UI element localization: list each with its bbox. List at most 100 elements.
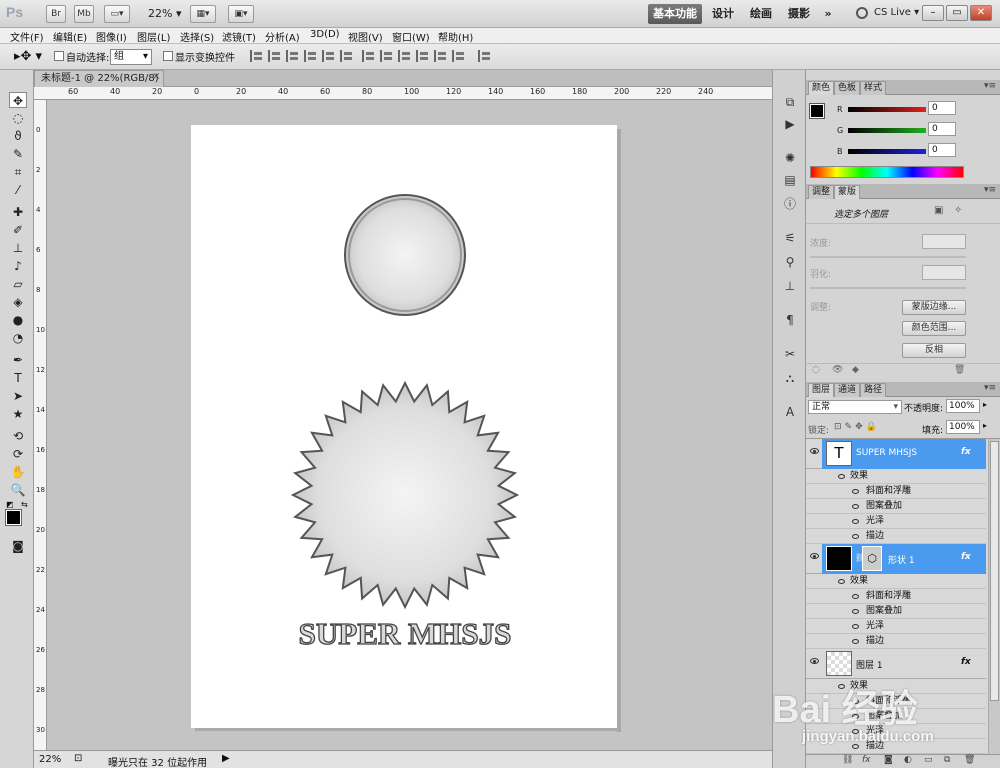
launch-mini-bridge-button[interactable]: Mb [74,5,94,23]
layer-fx-icon[interactable]: fx [961,552,971,562]
layer-name[interactable]: 图层 1 [856,658,883,671]
dodge-tool-icon[interactable]: ◔ [9,330,27,346]
eye-icon[interactable] [810,658,819,664]
align-bottom-icon[interactable] [286,50,300,62]
align-vcenter-icon[interactable] [268,50,282,62]
quick-mask-icon[interactable]: ◙ [9,538,27,554]
eye-icon[interactable] [852,504,859,509]
restore-button[interactable]: ▭ [946,5,968,21]
mask-edge-button[interactable]: 蒙版边缘... [902,300,966,315]
tab-masks[interactable]: 蒙版 [834,185,861,199]
opacity-field[interactable]: 100% [946,399,980,413]
opacity-slider-arrow-icon[interactable]: ▸ [983,400,987,409]
history-panel-icon[interactable]: ⧉ [781,94,799,110]
tab-layers[interactable]: 图层 [808,383,835,397]
blue-channel-slider[interactable] [848,149,926,154]
paint-bucket-tool-icon[interactable]: ◈ [9,294,27,310]
blur-tool-icon[interactable]: ● [9,312,27,328]
eye-icon[interactable] [852,639,859,644]
workspace-photography[interactable]: 摄影 [782,4,816,24]
effect-row[interactable]: 描边 [806,529,986,544]
delete-mask-icon[interactable]: 🗑 [954,365,965,375]
fill-field[interactable]: 100% [946,420,980,434]
layers-scrollbar-thumb[interactable] [990,441,999,701]
layer-name[interactable]: SUPER MHSJS [856,448,917,458]
panel-menu-icon[interactable]: ▾≡ [984,185,996,195]
red-channel-slider[interactable] [848,107,926,112]
menu-image[interactable]: 图像(I) [96,29,127,44]
density-slider[interactable] [810,256,966,258]
swap-colors-icon[interactable]: ⇆ [21,500,28,509]
blend-mode-dropdown[interactable]: 正常 ▾ [808,400,902,414]
panel-menu-icon[interactable]: ▾≡ [984,81,996,91]
path-selection-tool-icon[interactable]: ➤ [9,388,27,404]
type-tool-icon[interactable]: T [9,370,27,386]
menu-window[interactable]: 窗口(W) [392,29,430,44]
eye-icon[interactable] [810,448,819,454]
move-tool-preset-picker[interactable]: ▸✥ ▾ [14,49,42,64]
minimize-button[interactable]: – [922,5,944,21]
green-channel-value[interactable]: 0 [928,122,956,136]
workspace-painting[interactable]: 绘画 [744,4,778,24]
menu-analysis[interactable]: 分析(A) [265,29,300,44]
eye-icon[interactable] [852,609,859,614]
eye-icon[interactable] [852,594,859,599]
3d-panel-icon[interactable]: ⛬ [781,370,799,386]
clone-stamp-tool-icon[interactable]: ⊥ [9,240,27,256]
close-document-icon[interactable]: × [152,71,160,82]
eye-icon[interactable] [838,474,845,479]
eye-icon[interactable] [852,534,859,539]
view-extras-menu[interactable]: ▭▾ [104,5,130,23]
tab-paths[interactable]: 路径 [860,383,887,397]
layer-effects-row[interactable]: 效果 [806,574,986,589]
auto-align-icon[interactable] [478,50,492,62]
launch-bridge-button[interactable]: Br [46,5,66,23]
healing-brush-tool-icon[interactable]: ✚ [9,204,27,220]
tool-presets-icon[interactable]: ⊥ [781,278,799,294]
effect-row[interactable]: 光泽 [806,619,986,634]
align-top-icon[interactable] [250,50,264,62]
menu-help[interactable]: 帮助(H) [438,29,473,44]
histogram-panel-icon[interactable]: ▤ [781,172,799,188]
move-tool-icon[interactable]: ✥ [9,92,27,108]
paragraph-panel-icon[interactable]: ¶ [781,312,799,328]
workspace-essentials[interactable]: 基本功能 [648,4,702,24]
tab-swatches[interactable]: 色板 [834,81,861,95]
effect-row[interactable]: 描边 [806,634,986,649]
auto-select-checkbox[interactable] [54,51,64,61]
auto-select-dropdown[interactable]: 组 ▾ [110,49,152,65]
shape-tool-icon[interactable]: ★ [9,406,27,422]
menu-layer[interactable]: 图层(L) [137,29,170,44]
apply-mask-icon[interactable]: ◆ [852,365,859,375]
toggle-mask-icon[interactable]: 👁 [832,365,843,375]
eye-icon[interactable] [810,553,819,559]
lasso-tool-icon[interactable]: ϑ [9,128,27,144]
color-spectrum-bar[interactable] [810,166,964,178]
distribute-vcenter-icon[interactable] [380,50,394,62]
menu-edit[interactable]: 编辑(E) [53,29,87,44]
align-left-icon[interactable] [304,50,318,62]
quick-select-tool-icon[interactable]: ✎ [9,146,27,162]
arrange-documents-menu[interactable]: ▦▾ [190,5,216,23]
distribute-right-icon[interactable] [452,50,466,62]
layer-fx-icon[interactable]: fx [961,447,971,457]
status-zoom[interactable]: 22% [39,754,61,765]
hand-tool-icon[interactable]: ✋ [9,464,27,480]
canvas-area[interactable]: SUPER MHSJS [47,100,772,750]
distribute-hcenter-icon[interactable] [434,50,448,62]
marquee-tool-icon[interactable]: ◌ [9,110,27,126]
layer-fx-icon[interactable]: fx [961,657,971,667]
more-workspaces-button[interactable]: » [818,4,838,24]
zoom-tool-icon[interactable]: 🔍 [9,482,27,498]
cs-live-menu[interactable]: CS Live ▾ [874,7,919,18]
crop-tool-icon[interactable]: ⌗ [9,164,27,180]
load-selection-icon[interactable]: ◌ [812,365,820,375]
menu-filter[interactable]: 滤镜(T) [222,29,256,44]
vector-mask-icon[interactable]: ✧ [954,205,962,216]
green-channel-slider[interactable] [848,128,926,133]
color-range-button[interactable]: 颜色范围... [902,321,966,336]
eye-icon[interactable] [852,624,859,629]
character-panel-icon[interactable]: A [781,404,799,420]
eye-icon[interactable] [838,579,845,584]
tab-adjustments[interactable]: 调整 [808,185,835,199]
